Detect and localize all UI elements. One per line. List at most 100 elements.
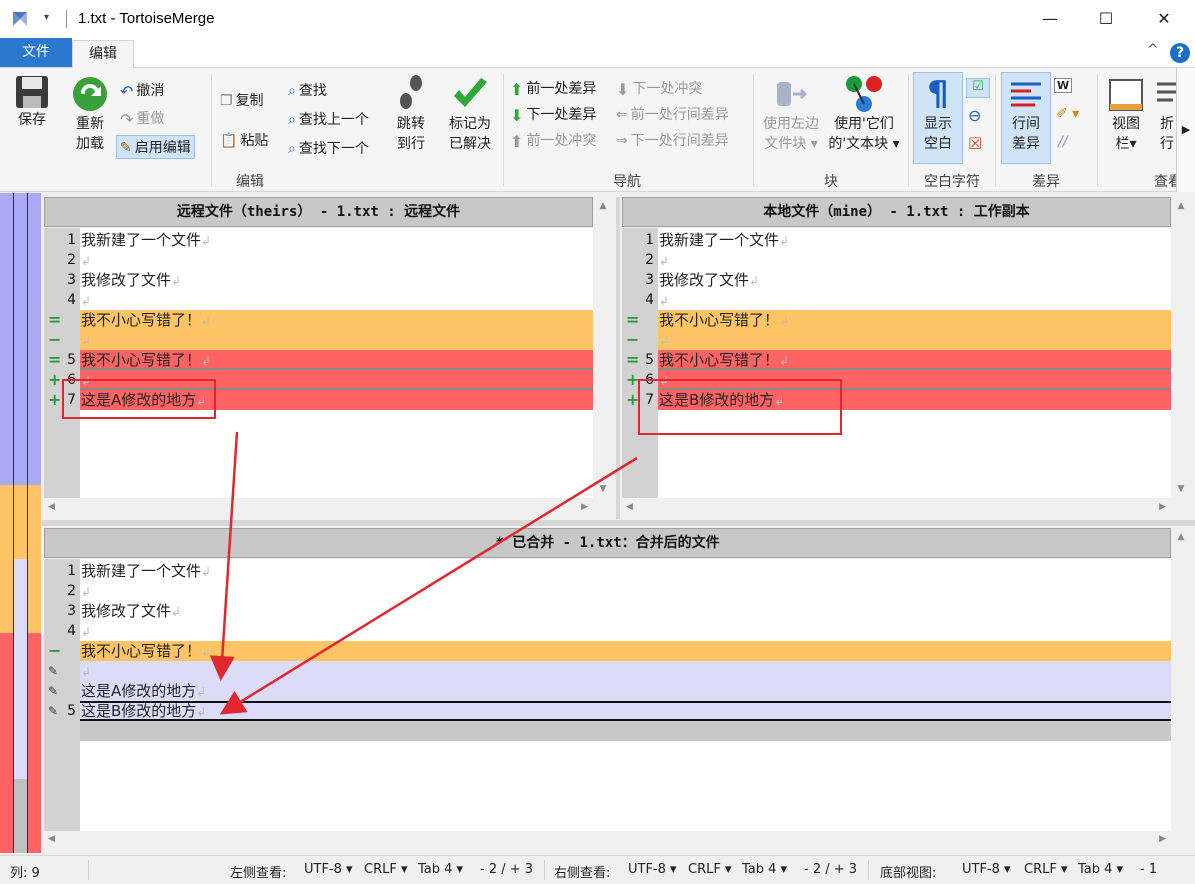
line-text[interactable]: ↲ <box>659 250 669 270</box>
paste-icon: 📋 <box>220 133 238 149</box>
ignore-whitespace-toggle[interactable]: ☒ <box>968 134 982 153</box>
reload-button[interactable]: 重新 加载 <box>64 74 116 154</box>
next-inline-diff-button[interactable]: ⇒ 下一处行间差异 <box>616 130 729 150</box>
collapse-ribbon-icon[interactable]: ^ <box>1147 42 1159 58</box>
close-button[interactable]: ✕ <box>1135 0 1193 38</box>
ignore-case-toggle[interactable]: ⊖ <box>968 106 981 125</box>
moved-lines-toggle[interactable]: // <box>1058 134 1067 150</box>
line-number: 5 <box>67 352 76 368</box>
use-left-block-button[interactable]: 使用左边 文件块 ▾ <box>758 74 824 154</box>
line-text[interactable]: 我新建了一个文件↲ <box>81 561 211 581</box>
line-number: 2 <box>67 583 76 599</box>
paste-button[interactable]: 📋 粘贴 <box>220 130 268 150</box>
ribbon-separator <box>503 74 504 186</box>
line-text[interactable]: 这是B修改的地方↲ <box>81 701 206 721</box>
newline-marker-icon: ↲ <box>659 334 670 348</box>
ribbon-separator <box>753 74 754 186</box>
tab-file[interactable]: 文件 <box>0 38 72 67</box>
title-separator <box>66 10 67 28</box>
edited-pencil-icon: ✎ <box>48 664 59 678</box>
line-text[interactable]: 我修改了文件↲ <box>81 601 181 621</box>
find-next-button[interactable]: ⌕ 查找下一个 <box>288 138 369 158</box>
line-text[interactable]: 我不小心写错了！↲ <box>659 350 789 370</box>
diff-state-icon: = <box>48 310 62 329</box>
line-text[interactable]: 我修改了文件↲ <box>81 270 181 290</box>
next-diff-button[interactable]: ⬇ 下一处差异 <box>510 104 596 125</box>
line-text[interactable]: 这是A修改的地方↲ <box>81 681 206 701</box>
newline-marker-icon: ↲ <box>81 294 92 308</box>
line-text[interactable]: ↲ <box>81 290 91 310</box>
show-whitespace-button[interactable]: ¶ 显示 空白 <box>913 74 963 154</box>
undo-button[interactable]: ↶ 撤消 <box>120 80 164 101</box>
maximize-button[interactable]: ☐ <box>1077 0 1135 38</box>
status-bottom-eol[interactable]: CRLF ▾ <box>1024 862 1068 877</box>
line-text[interactable]: 我不小心写错了！↲ <box>81 641 211 661</box>
view-bars-button[interactable]: 视图 栏▾ <box>1103 74 1149 154</box>
status-left-encoding[interactable]: UTF-8 ▾ <box>304 862 353 877</box>
previous-diff-button[interactable]: ⬆ 前一处差异 <box>510 78 596 99</box>
next-conflict-button[interactable]: ⬇ 下一处冲突 <box>616 78 702 99</box>
enable-edit-button[interactable]: ✎ 启用编辑 <box>116 135 195 159</box>
left-pane[interactable]: 1 我新建了一个文件↲ 2 ↲ 3 我修改了文件↲ 4 ↲ = 我不小心写错了！↲ − ↲ = 5 我不小心… <box>44 228 593 498</box>
status-left-tab[interactable]: Tab 4 ▾ <box>418 862 463 877</box>
ribbon-separator <box>1097 74 1098 186</box>
location-bar[interactable] <box>0 193 41 853</box>
checkmark-icon <box>454 78 487 107</box>
line-number: 5 <box>645 352 654 368</box>
line-text[interactable]: ↲ <box>81 330 91 350</box>
line-text[interactable]: ↲ <box>81 621 91 641</box>
line-text[interactable]: ↲ <box>659 290 669 310</box>
line-text[interactable]: 我不小心写错了！↲ <box>659 310 789 330</box>
status-right-tab[interactable]: Tab 4 ▾ <box>742 862 787 877</box>
line-text[interactable]: 我修改了文件↲ <box>659 270 759 290</box>
previous-inline-diff-button[interactable]: ⇐ 前一处行间差异 <box>616 104 729 124</box>
copy-button[interactable]: ❐ 复制 <box>220 90 264 110</box>
use-left-block-icon <box>777 82 808 106</box>
word-diff-toggle[interactable]: W <box>1054 78 1073 93</box>
find-previous-button[interactable]: ⌕ 查找上一个 <box>288 109 369 129</box>
bottom-pane[interactable]: 1 我新建了一个文件↲ 2 ↲ 3 我修改了文件↲ 4 ↲ − 我不小心写错了！↲ ✎ ↲ ✎ 这是A修改… <box>44 559 1171 831</box>
left-pane-horizontal-scrollbar[interactable]: ◀ ▶ <box>44 500 612 518</box>
help-icon[interactable]: ? <box>1170 43 1190 63</box>
status-left-eol[interactable]: CRLF ▾ <box>364 862 408 877</box>
ribbon-scroll-right[interactable]: ▶ <box>1176 68 1195 192</box>
line-text[interactable]: 我新建了一个文件↲ <box>659 230 789 250</box>
vertical-splitter[interactable] <box>616 197 620 519</box>
diff-state-icon: − <box>48 641 62 660</box>
arrow-right-gray-icon: ⇒ <box>616 133 628 149</box>
line-text[interactable]: 我不小心写错了！↲ <box>81 310 211 330</box>
line-text[interactable]: 我不小心写错了！↲ <box>81 350 211 370</box>
line-text[interactable]: ↲ <box>81 661 91 681</box>
tab-edit[interactable]: 编辑 <box>72 40 134 68</box>
status-bottom-encoding[interactable]: UTF-8 ▾ <box>962 862 1011 877</box>
status-bottom-tab[interactable]: Tab 4 ▾ <box>1078 862 1123 877</box>
goto-line-button[interactable]: 跳转 到行 <box>388 74 434 154</box>
use-their-block-button[interactable]: 使用'它们 的'文本块 ▾ <box>826 74 902 154</box>
line-text[interactable]: ↲ <box>81 250 91 270</box>
right-pane[interactable]: 1 我新建了一个文件↲ 2 ↲ 3 我修改了文件↲ 4 ↲ = 我不小心写错了！↲ − ↲ = 5 我不小心… <box>622 228 1171 498</box>
line-text[interactable]: ↲ <box>81 581 91 601</box>
quick-access-dropdown[interactable]: ▾ <box>44 12 49 23</box>
find-button[interactable]: ⌕ 查找 <box>288 80 327 100</box>
highlight-dropdown[interactable]: ✐ ▾ <box>1056 106 1079 122</box>
horizontal-splitter[interactable] <box>42 520 1195 526</box>
newline-marker-icon: ↲ <box>81 254 92 268</box>
mark-resolved-button[interactable]: 标记为 已解决 <box>442 74 498 154</box>
status-right-eol[interactable]: CRLF ▾ <box>688 862 732 877</box>
previous-conflict-button[interactable]: ⬆ 前一处冲突 <box>510 130 596 151</box>
right-pane-vertical-scrollbar[interactable]: ▲ ▼ <box>1172 197 1190 498</box>
line-text[interactable]: 我新建了一个文件↲ <box>81 230 211 250</box>
left-pane-vertical-scrollbar[interactable]: ▲ ▼ <box>594 197 612 498</box>
minimize-button[interactable]: — <box>1021 0 1079 38</box>
redo-button[interactable]: ↷ 重做 <box>120 108 164 129</box>
newline-marker-icon: ↲ <box>81 625 92 639</box>
save-button[interactable]: 保存 <box>8 74 56 150</box>
ignore-eol-toggle[interactable]: ☑ <box>966 78 990 98</box>
status-right-encoding[interactable]: UTF-8 ▾ <box>628 862 677 877</box>
line-text[interactable]: ↲ <box>659 330 669 350</box>
bottom-pane-vertical-scrollbar[interactable]: ▲ <box>1172 528 1190 831</box>
bottom-pane-horizontal-scrollbar[interactable]: ◀ ▶ <box>44 832 1190 850</box>
right-pane-horizontal-scrollbar[interactable]: ◀ ▶ <box>622 500 1190 518</box>
status-right-diff-count: - 2 / + 3 <box>804 862 858 877</box>
inline-diff-button[interactable]: 行间 差异 <box>1001 74 1051 154</box>
